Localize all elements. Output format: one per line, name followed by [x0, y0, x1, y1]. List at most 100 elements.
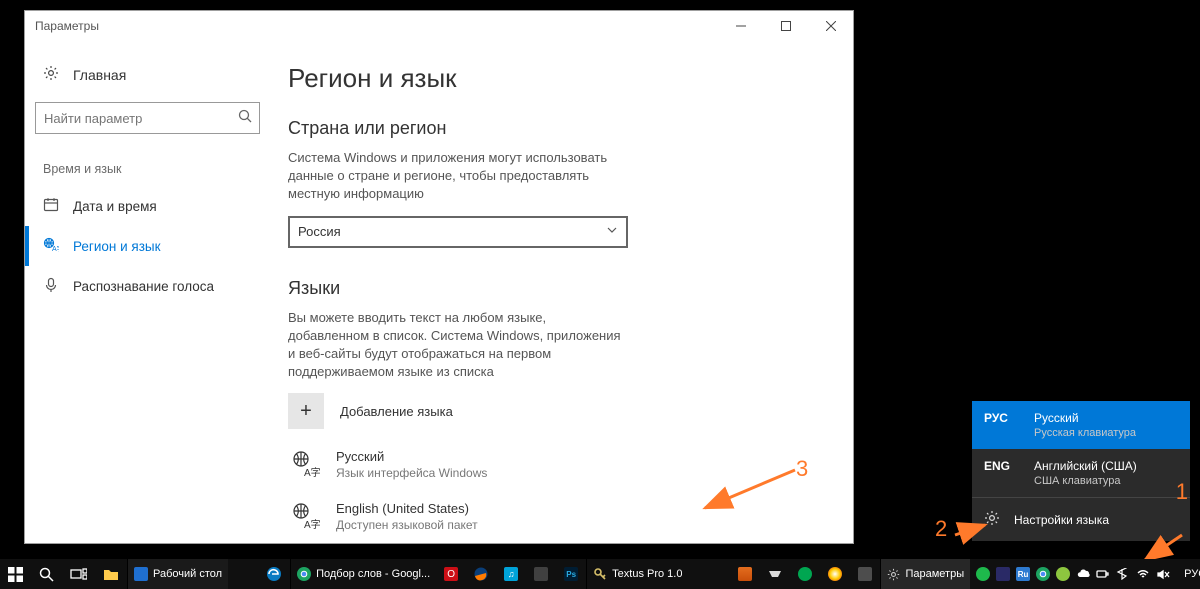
flyout-item-eng[interactable]: ENG Английский (США) США клавиатура [972, 449, 1190, 497]
sidebar: Главная Время и язык Дата и время A字 Ре [25, 41, 270, 543]
language-sub: Доступен языковой пакет [336, 518, 478, 532]
flyout-sub: Русская клавиатура [1034, 427, 1136, 439]
chrome-icon [297, 567, 311, 581]
maximize-button[interactable] [763, 11, 808, 41]
search-button[interactable] [31, 559, 62, 589]
svg-text:A字: A字 [52, 244, 59, 253]
sidebar-item-region-language[interactable]: A字 Регион и язык [35, 226, 260, 266]
close-button[interactable] [808, 11, 853, 41]
svg-text:A字: A字 [304, 466, 320, 479]
minimize-button[interactable] [718, 11, 763, 41]
plus-icon: + [288, 393, 324, 429]
app-icon [768, 567, 782, 581]
calendar-icon [43, 197, 59, 216]
task-icon-e[interactable] [850, 559, 880, 589]
task-icon-c[interactable] [790, 559, 820, 589]
flyout-code: ENG [984, 459, 1016, 487]
firefox-icon [474, 567, 488, 581]
task-ps[interactable]: Ps [556, 559, 586, 589]
task-label: Параметры [905, 568, 964, 580]
task-firefox[interactable] [466, 559, 496, 589]
page-title: Регион и язык [288, 63, 813, 94]
start-button[interactable] [0, 559, 31, 589]
settings-window: Параметры Главная [24, 10, 854, 544]
sidebar-home-label: Главная [73, 67, 126, 83]
taskbar: Рабочий стол Подбор слов - Googl... O ♫ … [0, 559, 1200, 589]
search-icon [39, 567, 54, 582]
task-app2[interactable] [526, 559, 556, 589]
search-input[interactable] [35, 102, 260, 134]
svg-text:A字: A字 [304, 518, 320, 531]
task-textus[interactable]: Textus Pro 1.0 [586, 559, 688, 589]
annotation-2: 2 [935, 516, 947, 542]
search-box[interactable] [35, 102, 260, 134]
task-edge[interactable] [258, 559, 290, 589]
photoshop-icon: Ps [564, 567, 578, 581]
language-item-russian[interactable]: A字 Русский Язык интерфейса Windows [288, 447, 813, 481]
language-icon: A字 [288, 447, 322, 481]
flyout-item-rus[interactable]: РУС Русский Русская клавиатура [972, 401, 1190, 449]
annotation-3: 3 [796, 456, 808, 482]
task-icon-a[interactable] [730, 559, 760, 589]
task-icon-b[interactable] [760, 559, 790, 589]
task-chrome[interactable]: Подбор слов - Googl... [290, 559, 436, 589]
region-value: Россия [298, 224, 341, 239]
tray-icon[interactable]: Ru [1016, 567, 1030, 581]
power-icon[interactable] [1096, 568, 1110, 580]
task-desktop[interactable]: Рабочий стол [127, 559, 228, 589]
sidebar-home[interactable]: Главная [35, 59, 260, 90]
tray-icon[interactable] [976, 567, 990, 581]
main-content: Регион и язык Страна или регион Система … [270, 41, 853, 543]
system-tray: Ru [970, 567, 1176, 581]
volume-mute-icon[interactable] [1156, 568, 1170, 580]
wifi-icon[interactable] [1136, 568, 1150, 580]
gear-icon [984, 510, 1000, 529]
taskbar-language[interactable]: РУС [1176, 559, 1200, 589]
tray-icon[interactable] [996, 567, 1010, 581]
region-description: Система Windows и приложения могут испол… [288, 149, 628, 204]
mic-icon [43, 277, 59, 296]
flyout-name: Английский (США) [1034, 459, 1137, 473]
taskview-button[interactable] [62, 559, 95, 589]
region-dropdown[interactable]: Россия [288, 216, 628, 248]
language-item-english[interactable]: A字 English (United States) Доступен язык… [288, 499, 813, 533]
lang-indicator: РУС [1184, 568, 1200, 580]
sidebar-item-date-time[interactable]: Дата и время [35, 186, 260, 226]
sidebar-section: Время и язык [35, 162, 260, 186]
languages-heading: Языки [288, 278, 813, 299]
sidebar-item-label: Дата и время [73, 199, 157, 214]
search-icon [238, 109, 252, 126]
desktop-icon [134, 567, 148, 581]
add-language-button[interactable]: + Добавление языка [288, 393, 813, 429]
flyout-code: РУС [984, 411, 1016, 439]
bluetooth-icon[interactable] [1116, 568, 1130, 580]
flyout-settings[interactable]: Настройки языка [972, 498, 1190, 541]
edge-icon [266, 566, 282, 582]
window-title: Параметры [35, 19, 99, 33]
task-opera[interactable]: O [436, 559, 466, 589]
app-icon [534, 567, 548, 581]
sidebar-item-speech[interactable]: Распознавание голоса [35, 266, 260, 306]
key-icon [593, 567, 607, 581]
opera-icon: O [444, 567, 458, 581]
app-icon [738, 567, 752, 581]
app-icon [858, 567, 872, 581]
app-icon [828, 567, 842, 581]
chevron-down-icon [606, 224, 618, 239]
onedrive-icon[interactable] [1076, 568, 1090, 580]
task-icon-d[interactable] [820, 559, 850, 589]
language-name: Русский [336, 449, 487, 464]
task-app1[interactable]: ♫ [496, 559, 526, 589]
flyout-sub: США клавиатура [1034, 475, 1137, 487]
explorer-button[interactable] [95, 559, 127, 589]
titlebar: Параметры [25, 11, 853, 41]
tray-icon[interactable] [1056, 567, 1070, 581]
region-heading: Страна или регион [288, 118, 813, 139]
globe-language-icon: A字 [43, 237, 59, 256]
task-settings[interactable]: Параметры [880, 559, 970, 589]
chrome-icon[interactable] [1036, 567, 1050, 581]
flyout-settings-label: Настройки языка [1014, 513, 1109, 527]
gear-icon [43, 65, 59, 84]
taskview-icon [70, 568, 87, 581]
language-flyout: РУС Русский Русская клавиатура ENG Англи… [972, 401, 1190, 541]
